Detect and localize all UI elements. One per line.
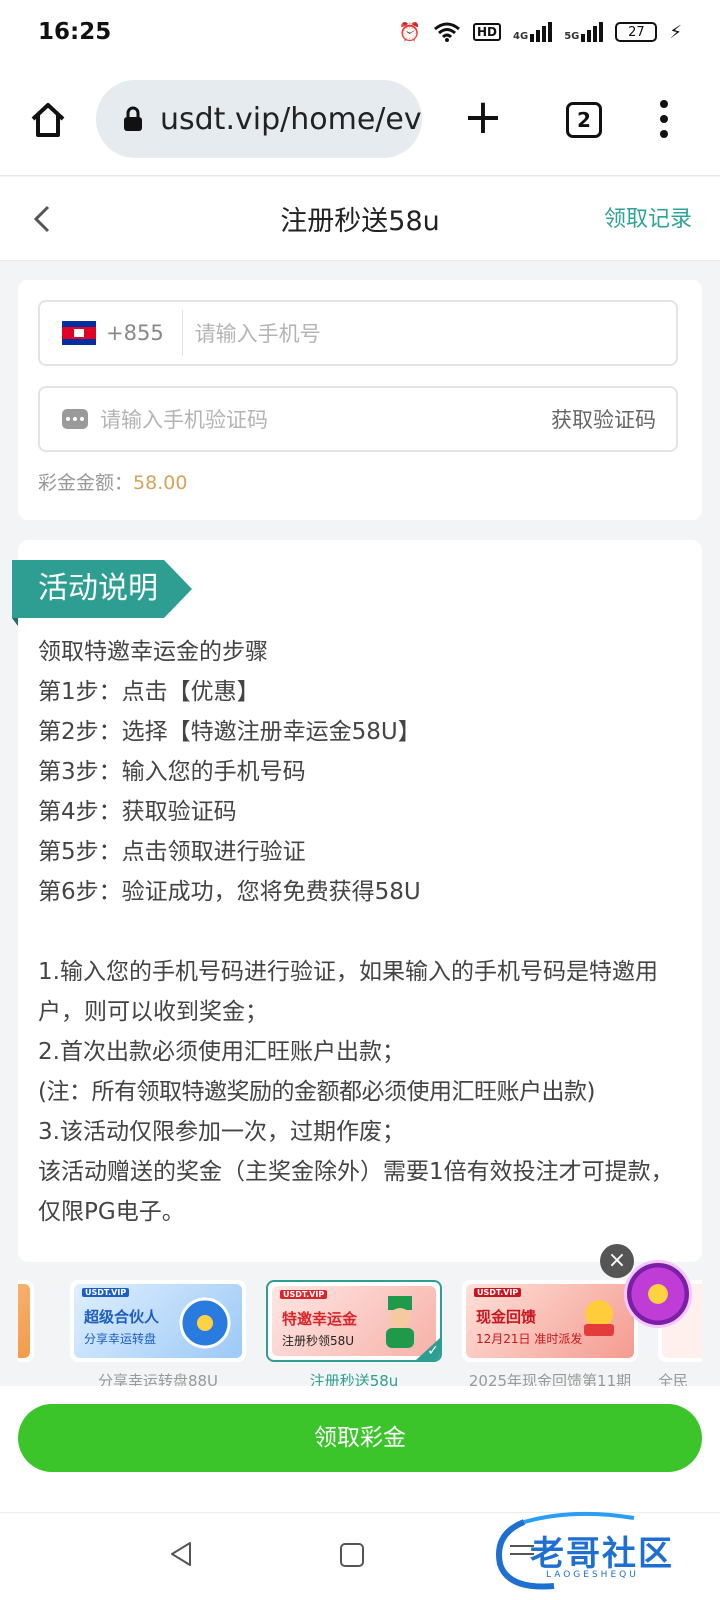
wifi-icon bbox=[434, 22, 460, 42]
signal-4g-label: 4G bbox=[513, 31, 529, 42]
bonus-amount-row: 彩金金额：58.00 bbox=[38, 468, 187, 495]
phone-input[interactable]: 请输入手机号 bbox=[195, 318, 321, 348]
claim-bonus-button[interactable]: 领取彩金 bbox=[18, 1404, 702, 1472]
claim-records-link[interactable]: 领取记录 bbox=[604, 201, 692, 233]
floating-close-button[interactable]: × bbox=[600, 1244, 634, 1278]
nav-home-icon[interactable] bbox=[340, 1543, 364, 1567]
signal-4g-icon: 4G bbox=[513, 22, 553, 42]
bonus-amount-value: 58.00 bbox=[133, 472, 188, 494]
gift-coins-icon bbox=[584, 1300, 614, 1336]
activity-line: 第6步：验证成功，您将免费获得58U bbox=[38, 879, 421, 905]
promo-carousel[interactable]: USDT.VIP 超级合伙人 分享幸运转盘 分享幸运转盘88U USDT.VIP… bbox=[18, 1280, 702, 1388]
activity-line: 第3步：输入您的手机号码 bbox=[38, 759, 306, 785]
verification-code-input[interactable]: 请输入手机验证码 bbox=[100, 404, 268, 434]
leprechaun-icon bbox=[386, 1296, 414, 1348]
activity-line: (注：所有领取特邀奖励的金额都必须使用汇旺账户出款) bbox=[38, 1079, 595, 1105]
banner-title: 超级合伙人 bbox=[84, 1308, 160, 1326]
activity-ribbon-title: 活动说明 bbox=[12, 560, 192, 618]
browser-toolbar: usdt.vip/home/ev + 2 bbox=[0, 64, 720, 176]
address-bar[interactable]: usdt.vip/home/ev bbox=[96, 80, 422, 158]
divider bbox=[181, 310, 183, 356]
signal-5g-icon: 5G bbox=[564, 22, 604, 42]
activity-line: 第4步：获取验证码 bbox=[38, 799, 237, 825]
banner-title: 现金回馈 bbox=[476, 1308, 537, 1326]
activity-line: 第5步：点击领取进行验证 bbox=[38, 839, 306, 865]
banner-subtitle: 12月21日 准时派发 bbox=[476, 1332, 583, 1346]
claim-bar: 领取彩金 bbox=[0, 1386, 720, 1512]
url-text: usdt.vip/home/ev bbox=[160, 101, 422, 137]
tab-switcher-button[interactable]: 2 bbox=[566, 102, 602, 138]
home-icon bbox=[31, 102, 65, 137]
bonus-amount-label: 彩金金额： bbox=[38, 472, 134, 494]
banner-subtitle: 注册秒领58U bbox=[282, 1334, 355, 1348]
battery-icon: 27 bbox=[615, 22, 658, 42]
new-tab-button[interactable]: + bbox=[458, 93, 508, 144]
lock-icon bbox=[124, 106, 142, 131]
banner-tag: USDT.VIP bbox=[280, 1290, 328, 1299]
alarm-icon: ⏰ bbox=[398, 21, 421, 43]
promo-banner-cashback[interactable]: USDT.VIP 现金回馈 12月21日 准时派发 bbox=[462, 1280, 638, 1362]
claim-form-card: +855 请输入手机号 请输入手机验证码 获取验证码 彩金金额：58.00 bbox=[18, 280, 702, 520]
signal-5g-label: 5G bbox=[564, 31, 580, 42]
banner-tag: USDT.VIP bbox=[82, 1288, 130, 1297]
activity-line: 2.首次出款必须使用汇旺账户出款； bbox=[38, 1039, 405, 1065]
charging-icon: ⚡ bbox=[669, 21, 682, 43]
status-icons: ⏰ HD 4G 5G 27 ⚡ bbox=[399, 21, 682, 43]
promo-banner-partial-left[interactable] bbox=[18, 1280, 34, 1362]
ribbon-fold bbox=[12, 618, 18, 626]
cambodia-flag-icon[interactable] bbox=[62, 321, 96, 345]
watermark-logo: 老哥社区 LAOGESHEQU bbox=[484, 1504, 714, 1596]
watermark-text: 老哥社区 bbox=[530, 1534, 674, 1574]
home-button[interactable] bbox=[0, 72, 96, 168]
banner-subtitle: 分享幸运转盘 bbox=[84, 1332, 157, 1346]
activity-line bbox=[38, 912, 688, 952]
page-header: 注册秒送58u 领取记录 bbox=[0, 177, 720, 261]
activity-text: 领取特邀幸运金的步骤 第1步：点击【优惠】 第2步：选择【特邀注册幸运金58U】… bbox=[38, 632, 688, 1232]
activity-line: 3.该活动仅限参加一次，过期作废； bbox=[38, 1119, 405, 1145]
banner-tag: USDT.VIP bbox=[474, 1288, 522, 1297]
dial-code[interactable]: +855 bbox=[106, 321, 164, 345]
activity-description-card: 活动说明 领取特邀幸运金的步骤 第1步：点击【优惠】 第2步：选择【特邀注册幸运… bbox=[12, 540, 702, 1262]
floating-lucky-wheel-icon[interactable] bbox=[624, 1260, 692, 1328]
hd-badge: HD bbox=[473, 23, 502, 41]
promo-banner-invite-bonus[interactable]: USDT.VIP 特邀幸运金 注册秒领58U ✓ bbox=[266, 1280, 442, 1362]
phone-field[interactable]: +855 请输入手机号 bbox=[38, 300, 678, 366]
lucky-wheel-icon bbox=[179, 1297, 231, 1349]
activity-line: 1.输入您的手机号码进行验证，如果输入的手机号码是特邀用户，则可以收到奖金； bbox=[38, 959, 658, 1025]
activity-line: 该活动赠送的奖金（主奖金除外）需要1倍有效投注才可提款，仅限PG电子。 bbox=[38, 1159, 674, 1225]
watermark-subtext: LAOGESHEQU bbox=[546, 1570, 639, 1580]
activity-line: 第2步：选择【特邀注册幸运金58U】 bbox=[38, 719, 421, 745]
activity-line: 领取特邀幸运金的步骤 bbox=[38, 639, 268, 665]
promo-banner-partner[interactable]: USDT.VIP 超级合伙人 分享幸运转盘 bbox=[70, 1280, 246, 1362]
browser-menu-button[interactable] bbox=[650, 94, 678, 144]
status-bar: 16:25 ⏰ HD 4G 5G 27 ⚡ bbox=[0, 0, 720, 64]
verification-code-field[interactable]: 请输入手机验证码 获取验证码 bbox=[38, 386, 678, 452]
get-code-button[interactable]: 获取验证码 bbox=[551, 404, 656, 434]
banner-title: 特邀幸运金 bbox=[282, 1310, 358, 1328]
activity-line: 第1步：点击【优惠】 bbox=[38, 679, 260, 705]
status-time: 16:25 bbox=[38, 19, 112, 45]
message-icon bbox=[62, 409, 88, 429]
nav-back-icon[interactable] bbox=[166, 1539, 196, 1569]
